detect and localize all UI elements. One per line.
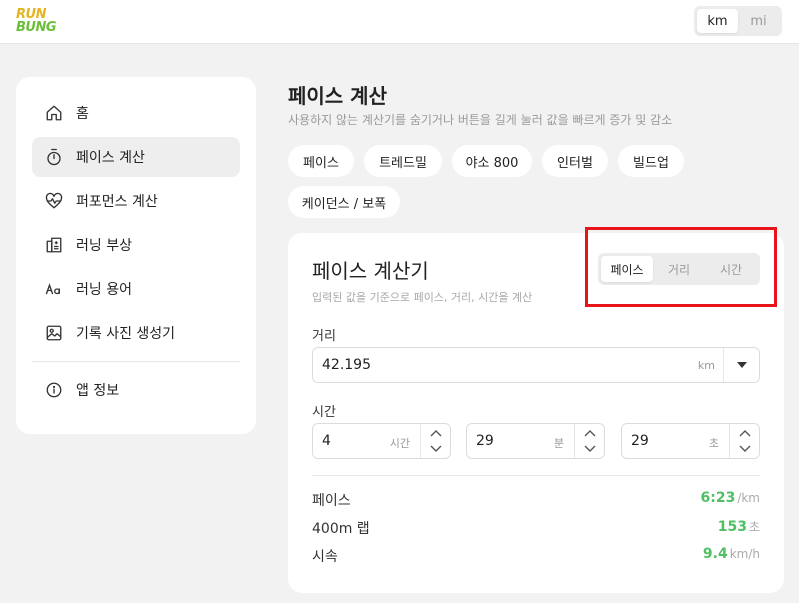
sidebar-item-performance-calc[interactable]: 퍼포먼스 계산 (32, 181, 240, 221)
sidebar-item-running-injury[interactable]: 러닝 부상 (32, 225, 240, 265)
calculator-subtitle: 입력된 값을 기준으로 페이스, 거리, 시간을 계산 (312, 291, 533, 304)
distance-value: 42.195 (322, 357, 371, 373)
highlight-annotation (585, 227, 777, 307)
result-speed: 시속 9.4 km/h (312, 546, 760, 566)
result-unit: /km (737, 491, 760, 505)
image-icon (44, 323, 64, 343)
chevron-down-icon[interactable] (430, 441, 442, 456)
unit-toggle: km mi (694, 6, 782, 36)
hours-field[interactable]: 4 시간 (312, 423, 451, 459)
page-title: 페이스 계산 (288, 84, 387, 108)
hospital-icon (44, 235, 64, 255)
result-value: 9.4 km/h (703, 546, 760, 562)
seconds-unit: 초 (708, 437, 719, 450)
chevron-down-icon[interactable] (584, 441, 596, 456)
sidebar-divider (32, 361, 240, 362)
page-subtitle: 사용하지 않는 계산기를 숨기거나 버튼을 길게 눌러 값을 빠르게 증가 및 … (288, 113, 673, 127)
sidebar: 홈 페이스 계산 퍼포먼스 계산 러닝 부상 러닝 용어 기록 사진 생성기 앱… (16, 77, 256, 434)
result-label: 시속 (312, 549, 338, 565)
sidebar-item-running-terms[interactable]: 러닝 용어 (32, 269, 240, 309)
minutes-field[interactable]: 29 분 (466, 423, 605, 459)
result-label: 페이스 (312, 493, 351, 509)
info-icon (44, 380, 64, 400)
result-number: 153 (717, 519, 747, 535)
hours-stepper (420, 424, 450, 458)
distance-dropdown-button[interactable] (723, 348, 759, 382)
chip-treadmill[interactable]: 트레드밀 (364, 145, 442, 177)
calculator-title: 페이스 계산기 (312, 259, 429, 283)
distance-unit: km (697, 359, 715, 372)
distance-field[interactable]: 42.195 km (312, 347, 760, 383)
result-number: 6:23 (700, 490, 736, 506)
sidebar-item-label: 앱 정보 (76, 383, 120, 399)
sidebar-item-label: 페이스 계산 (76, 150, 145, 166)
result-unit: km/h (729, 547, 760, 561)
unit-option-mi[interactable]: mi (738, 9, 779, 33)
result-number: 9.4 (702, 546, 728, 562)
minutes-unit: 분 (553, 437, 564, 450)
sidebar-item-label: 기록 사진 생성기 (76, 326, 176, 342)
chip-interval[interactable]: 인터벌 (542, 145, 608, 177)
chip-yasso-800[interactable]: 야소 800 (452, 145, 532, 177)
sidebar-item-label: 홈 (76, 106, 89, 122)
unit-option-km[interactable]: km (697, 9, 738, 33)
hours-value: 4 (322, 433, 331, 449)
chip-buildup[interactable]: 빌드업 (618, 145, 684, 177)
sidebar-item-photo-generator[interactable]: 기록 사진 생성기 (32, 313, 240, 353)
sidebar-item-label: 러닝 용어 (76, 282, 132, 298)
chip-pace[interactable]: 페이스 (288, 145, 354, 177)
sidebar-item-label: 퍼포먼스 계산 (76, 194, 158, 210)
seconds-stepper (729, 424, 759, 458)
result-value: 6:23/km (700, 490, 760, 506)
chip-cadence-stride[interactable]: 케이던스 / 보폭 (288, 186, 400, 218)
results-divider (312, 475, 760, 476)
sidebar-item-home[interactable]: 홈 (32, 93, 240, 133)
logo[interactable]: RUN BUNG (16, 8, 66, 34)
seconds-value: 29 (631, 433, 649, 449)
sidebar-item-pace-calc[interactable]: 페이스 계산 (32, 137, 240, 177)
heart-pulse-icon (44, 191, 64, 211)
minutes-value: 29 (476, 433, 494, 449)
chevron-up-icon[interactable] (584, 426, 596, 441)
minutes-stepper (574, 424, 604, 458)
text-icon (44, 279, 64, 299)
home-icon (44, 103, 64, 123)
chevron-down-icon[interactable] (739, 441, 751, 456)
stopwatch-icon (44, 147, 64, 167)
chevron-up-icon[interactable] (739, 426, 751, 441)
logo-line-2: BUNG (16, 20, 57, 35)
result-pace: 페이스 6:23/km (312, 490, 760, 510)
result-unit: 초 (748, 520, 760, 534)
result-label: 400m 랩 (312, 521, 370, 537)
hours-unit: 시간 (389, 437, 410, 450)
result-400m-lap: 400m 랩 153 초 (312, 518, 760, 538)
result-value: 153 초 (718, 518, 760, 535)
caret-down-icon (736, 362, 747, 368)
chevron-up-icon[interactable] (430, 426, 442, 441)
time-label: 시간 (312, 405, 336, 420)
sidebar-item-label: 러닝 부상 (76, 238, 132, 254)
seconds-field[interactable]: 29 초 (621, 423, 760, 459)
top-bar: RUN BUNG km mi (0, 0, 799, 44)
distance-label: 거리 (312, 329, 336, 344)
sidebar-item-app-info[interactable]: 앱 정보 (32, 370, 240, 410)
